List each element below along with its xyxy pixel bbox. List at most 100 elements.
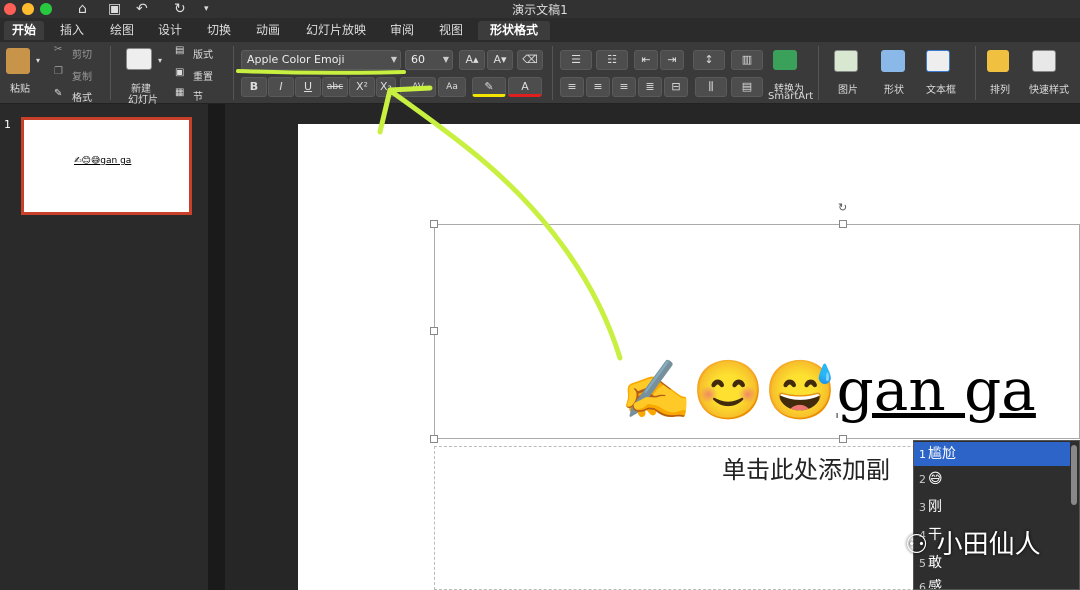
format-painter-icon[interactable]: ✎ — [54, 88, 62, 99]
paste-dropdown-icon[interactable]: ▾ — [36, 56, 40, 65]
cut-icon[interactable]: ✂ — [54, 44, 62, 55]
layout-label[interactable]: 版式 — [193, 46, 213, 61]
tab-animations[interactable]: 动画 — [250, 21, 286, 40]
line-spacing-icon: ↕ — [704, 53, 714, 66]
numbering-button[interactable]: ☷ — [596, 50, 628, 70]
font-name-field[interactable]: Apple Color Emoji ▼ — [241, 50, 401, 70]
subscript-button[interactable]: X₂ — [376, 77, 396, 97]
candidate-text: 刚 — [928, 499, 942, 515]
layout-icon[interactable]: ▤ — [175, 45, 184, 56]
font-color-button[interactable]: A — [508, 77, 542, 97]
picture-icon[interactable] — [834, 50, 858, 72]
arrange-icon[interactable] — [987, 50, 1009, 72]
arrange-label[interactable]: 排列 — [990, 81, 1010, 96]
distributed-button[interactable]: ⊟ — [664, 77, 688, 97]
ime-scrollbar[interactable] — [1071, 445, 1077, 505]
resize-handle[interactable] — [430, 327, 438, 335]
format-painter-label[interactable]: 格式 — [72, 89, 92, 104]
ime-candidate[interactable]: 3刚 — [914, 495, 1070, 519]
ribbon: 粘贴 ▾ ✂ 剪切 ❐ 复制 ✎ 格式 ▾ 新建 幻灯片 ▤ 版式 ▣ 重置 ▦… — [0, 42, 1080, 106]
copy-icon[interactable]: ❐ — [54, 66, 63, 77]
title-text[interactable]: ✍😊😅gan ga — [620, 350, 1036, 430]
tab-shape-format[interactable]: 形状格式 — [478, 21, 550, 40]
bullets-button[interactable]: ☰ — [560, 50, 592, 70]
new-slide-dropdown-icon[interactable]: ▾ — [158, 56, 162, 65]
title-bar: ⌂ ▣ ↶ ↻ ▾ 演示文稿1 — [0, 0, 1080, 18]
resize-handle[interactable] — [430, 220, 438, 228]
cut-label[interactable]: 剪切 — [72, 46, 92, 61]
align-text-button[interactable]: ▤ — [731, 77, 763, 97]
numbered-list-icon: ☷ — [607, 53, 617, 66]
columns-button[interactable]: ▥ — [731, 50, 763, 70]
quick-styles-label[interactable]: 快速样式 — [1029, 81, 1069, 96]
quick-styles-icon[interactable] — [1032, 50, 1056, 72]
shapes-icon[interactable] — [881, 50, 905, 72]
slide-number: 1 — [4, 118, 11, 131]
tab-view[interactable]: 视图 — [433, 21, 469, 40]
slide-thumbnail[interactable]: ✍😊😅gan ga — [21, 117, 192, 215]
new-slide-icon[interactable] — [126, 48, 152, 70]
ime-candidate[interactable]: 2 😅 — [914, 467, 1070, 491]
character-spacing-button[interactable]: AV — [400, 77, 436, 97]
paste-icon[interactable] — [6, 48, 30, 74]
line-spacing-button[interactable]: ↕ — [693, 50, 725, 70]
smartart-label-2[interactable]: SmartArt — [768, 91, 813, 102]
change-case-button[interactable]: Aa — [438, 77, 466, 97]
shrink-font-button[interactable]: A▾ — [487, 50, 513, 70]
bold-button[interactable]: B — [241, 77, 267, 97]
align-left-button[interactable]: ≡ — [560, 77, 584, 97]
align-center-button[interactable]: ≡ — [586, 77, 610, 97]
pane-divider[interactable] — [208, 104, 225, 590]
rotate-handle-icon[interactable]: ↻ — [838, 201, 847, 214]
candidate-number: 2 — [919, 473, 926, 486]
outdent-icon: ⇤ — [641, 53, 651, 66]
indent-icon: ⇥ — [667, 53, 677, 66]
grow-font-button[interactable]: A▴ — [459, 50, 485, 70]
chevron-down-icon[interactable]: ▼ — [443, 51, 449, 69]
textbox-label[interactable]: 文本框 — [926, 81, 956, 96]
chevron-down-icon[interactable]: ▼ — [391, 51, 397, 69]
textbox-icon[interactable] — [926, 50, 950, 72]
strikethrough-button[interactable]: abc — [322, 77, 348, 97]
resize-handle[interactable] — [839, 220, 847, 228]
candidate-number: 6 — [919, 581, 926, 589]
typed-text: gan ga — [836, 356, 1036, 424]
resize-handle[interactable] — [839, 435, 847, 443]
tab-slideshow[interactable]: 幻灯片放映 — [300, 21, 372, 40]
section-label[interactable]: 节 — [193, 88, 203, 103]
increase-indent-button[interactable]: ⇥ — [660, 50, 684, 70]
tab-insert[interactable]: 插入 — [54, 21, 90, 40]
decrease-indent-button[interactable]: ⇤ — [634, 50, 658, 70]
font-size-field[interactable]: 60 ▼ — [405, 50, 453, 70]
tab-home[interactable]: 开始 — [4, 21, 44, 40]
clear-format-button[interactable]: ⌫ — [517, 50, 543, 70]
reset-icon[interactable]: ▣ — [175, 67, 184, 78]
resize-handle[interactable] — [430, 435, 438, 443]
font-name-value: Apple Color Emoji — [247, 53, 345, 66]
copy-label[interactable]: 复制 — [72, 68, 92, 83]
superscript-button[interactable]: X² — [349, 77, 375, 97]
ribbon-separator — [110, 46, 111, 100]
tab-review[interactable]: 审阅 — [384, 21, 420, 40]
paste-label[interactable]: 粘贴 — [10, 80, 30, 95]
text-direction-button[interactable]: ⫼ — [695, 77, 727, 97]
smartart-icon[interactable] — [773, 50, 797, 70]
italic-button[interactable]: I — [268, 77, 294, 97]
ime-candidate[interactable]: 6感 — [914, 575, 1070, 589]
highlight-color-button[interactable]: ✎ — [472, 77, 506, 97]
align-right-button[interactable]: ≡ — [612, 77, 636, 97]
ime-candidate-list: 1 尴尬 2 😅 3刚 4干 5敢 6感 — [913, 440, 1080, 590]
tab-design[interactable]: 设计 — [152, 21, 188, 40]
underline-button[interactable]: U — [295, 77, 321, 97]
align-text-icon: ▤ — [741, 80, 753, 93]
tab-draw[interactable]: 绘图 — [104, 21, 140, 40]
ime-candidate[interactable]: 1 尴尬 — [914, 442, 1070, 466]
tab-transitions[interactable]: 切换 — [201, 21, 237, 40]
watermark: ⚇ 小田仙人 — [905, 524, 1041, 561]
wechat-icon: ⚇ — [905, 530, 929, 560]
justify-button[interactable]: ≣ — [638, 77, 662, 97]
reset-label[interactable]: 重置 — [193, 68, 213, 83]
section-icon[interactable]: ▦ — [175, 87, 184, 98]
picture-label[interactable]: 图片 — [838, 81, 858, 96]
shapes-label[interactable]: 形状 — [884, 81, 904, 96]
